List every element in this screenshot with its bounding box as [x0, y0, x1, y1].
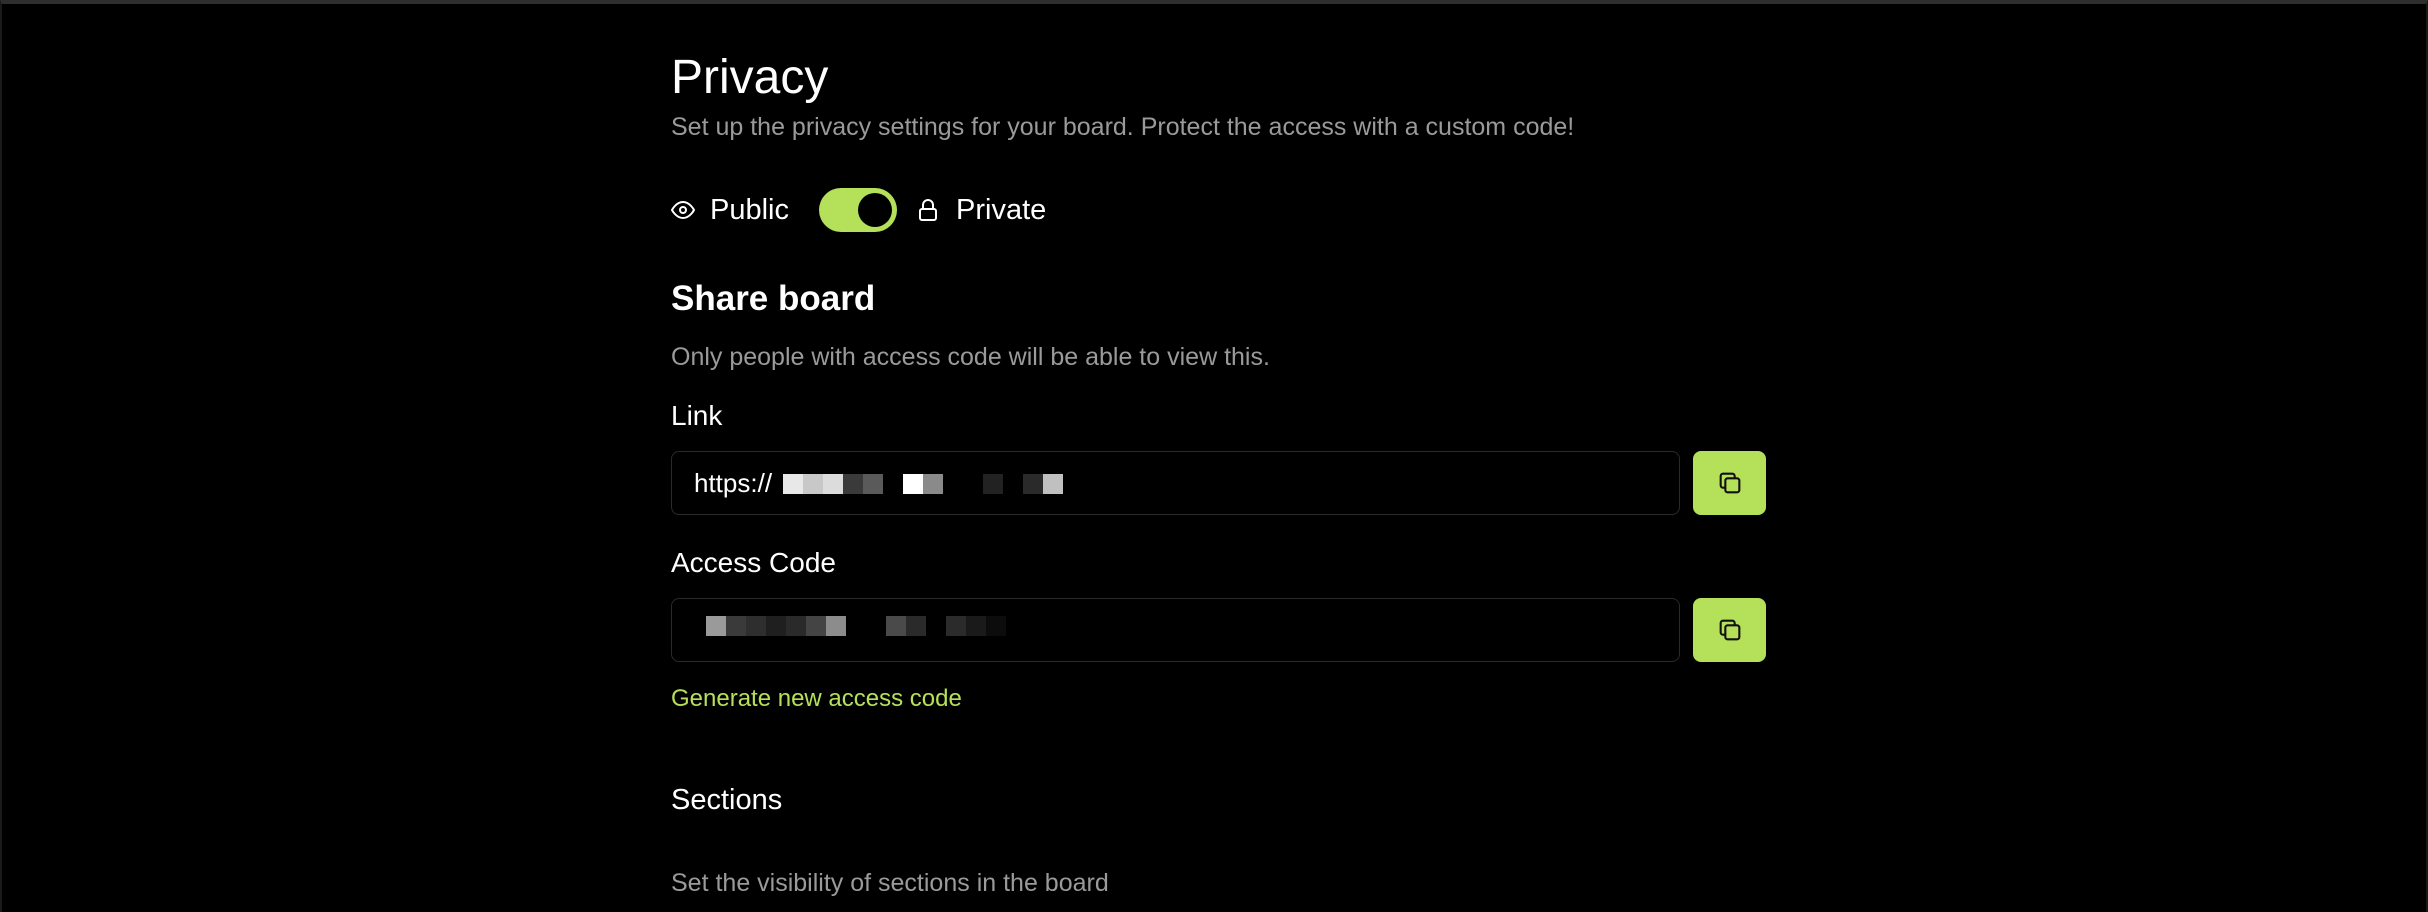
private-option[interactable]: Private: [917, 194, 1046, 227]
toggle-knob: [858, 193, 892, 227]
copy-icon: [1716, 469, 1744, 497]
copy-icon: [1716, 616, 1744, 644]
eye-icon: [671, 198, 710, 222]
privacy-toggle[interactable]: [819, 188, 897, 232]
link-label: Link: [671, 400, 723, 431]
privacy-toggle-row: Public Private: [671, 188, 1046, 232]
sections-heading: Sections: [671, 784, 783, 816]
share-board-description: Only people with access code will be abl…: [671, 343, 1270, 371]
private-label: Private: [956, 193, 1047, 226]
generate-access-code-link[interactable]: Generate new access code: [671, 684, 962, 714]
share-board-heading: Share board: [671, 279, 876, 318]
public-option[interactable]: Public: [671, 194, 789, 227]
page-subtitle: Set up the privacy settings for your boa…: [671, 113, 1575, 141]
page-title: Privacy: [671, 51, 829, 104]
sections-description: Set the visibility of sections in the bo…: [671, 869, 1109, 897]
access-code-label: Access Code: [671, 547, 836, 578]
copy-link-button[interactable]: [1693, 451, 1766, 515]
public-label: Public: [710, 193, 789, 226]
access-code-input[interactable]: [671, 598, 1680, 662]
copy-access-code-button[interactable]: [1693, 598, 1766, 662]
link-input[interactable]: [671, 451, 1680, 515]
lock-icon: [917, 198, 956, 222]
